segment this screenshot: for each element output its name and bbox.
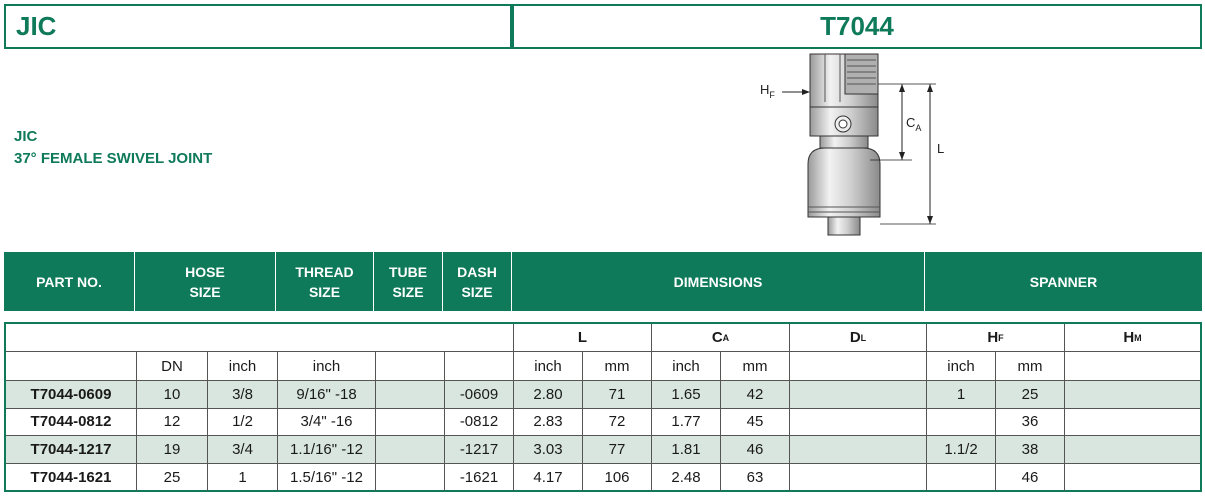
unit-dn: DN: [137, 352, 208, 381]
cell-dash: -1621: [445, 463, 514, 491]
cell-dl: [790, 463, 927, 491]
cell-ca-inch: 1.77: [652, 408, 721, 436]
cell-dn: 12: [137, 408, 208, 436]
cell-hf-inch: 1: [927, 381, 996, 409]
cell-ca-inch: 2.48: [652, 463, 721, 491]
group-ca: CA: [652, 324, 790, 352]
fitting-drawing: HF CA L: [760, 53, 944, 236]
unit-dl: [790, 352, 927, 381]
cell-dash: -0609: [445, 381, 514, 409]
cell-tube: [376, 408, 445, 436]
cell-inch: 3/4: [208, 436, 278, 464]
l-label: L: [937, 141, 944, 156]
cell-dn: 10: [137, 381, 208, 409]
cell-hf-inch: [927, 463, 996, 491]
unit-l-mm: mm: [583, 352, 652, 381]
unit-thread-inch: inch: [278, 352, 376, 381]
part-title: T7044: [820, 11, 894, 41]
cell-part: T7044-0609: [6, 381, 137, 409]
subtitle-description: 37° FEMALE SWIVEL JOINT: [14, 150, 213, 167]
cell-l-mm: 72: [583, 408, 652, 436]
series-title: JIC: [16, 11, 57, 41]
cell-hf-inch: 1.1/2: [927, 436, 996, 464]
cell-l-inch: 3.03: [514, 436, 583, 464]
cell-inch: 3/8: [208, 381, 278, 409]
cell-ca-mm: 46: [721, 436, 790, 464]
unit-part: [6, 352, 137, 381]
hf-label: HF: [760, 82, 775, 100]
cell-hf-mm: 38: [996, 436, 1065, 464]
group-l: L: [514, 324, 652, 352]
cell-dl: [790, 408, 927, 436]
part-title-box: T7044: [512, 4, 1202, 49]
cell-l-inch: 4.17: [514, 463, 583, 491]
unit-hf-mm: mm: [996, 352, 1065, 381]
series-title-box: JIC: [4, 4, 512, 49]
cell-hm: [1065, 381, 1200, 409]
cell-l-mm: 77: [583, 436, 652, 464]
cell-inch: 1: [208, 463, 278, 491]
cell-l-inch: 2.80: [514, 381, 583, 409]
cell-dash: -0812: [445, 408, 514, 436]
cell-hf-mm: 36: [996, 408, 1065, 436]
header-part-no: PART NO.: [4, 252, 135, 311]
subtitle-series: JIC: [14, 128, 38, 145]
cell-l-mm: 106: [583, 463, 652, 491]
cell-dl: [790, 381, 927, 409]
cell-ca-mm: 45: [721, 408, 790, 436]
group-dl: DL: [790, 324, 927, 352]
unit-l-inch: inch: [514, 352, 583, 381]
unit-hose-inch: inch: [208, 352, 278, 381]
ca-label: CA: [906, 115, 921, 133]
cell-dn: 19: [137, 436, 208, 464]
cell-part: T7044-0812: [6, 408, 137, 436]
cell-ca-mm: 42: [721, 381, 790, 409]
cell-thread: 3/4" -16: [278, 408, 376, 436]
cell-hm: [1065, 409, 1200, 436]
cell-ca-inch: 1.65: [652, 381, 721, 409]
unit-tube: [376, 352, 445, 381]
cell-l-inch: 2.83: [514, 408, 583, 436]
cell-inch: 1/2: [208, 408, 278, 436]
cell-ca-inch: 1.81: [652, 436, 721, 464]
header-dimensions: DIMENSIONS: [512, 252, 925, 311]
header-spanner: SPANNER: [1029, 273, 1098, 290]
cell-hf-mm: 25: [996, 381, 1065, 409]
blank-group-cell: [6, 324, 514, 352]
unit-hm: [1065, 352, 1200, 381]
cell-tube: [376, 381, 445, 409]
cell-part: T7044-1621: [6, 463, 137, 491]
cell-thread: 1.1/16" -12: [278, 436, 376, 464]
unit-ca-mm: mm: [721, 352, 790, 381]
header-hose-size: HOSE SIZE: [135, 252, 276, 311]
unit-ca-inch: inch: [652, 352, 721, 381]
cell-hf-mm: 46: [996, 463, 1065, 491]
cell-hm: [1065, 436, 1200, 464]
group-hm: HM: [1065, 324, 1200, 352]
cell-dl: [790, 436, 927, 464]
group-hf: HF: [927, 324, 1065, 352]
cell-dn: 25: [137, 463, 208, 491]
cell-dash: -1217: [445, 436, 514, 464]
header-tube-size: TUBE SIZE: [374, 252, 443, 311]
cell-hf-inch: [927, 408, 996, 436]
dimensions-table: L CA DL HF HM DN inch inch inch mm inch …: [4, 322, 1202, 492]
unit-hf-inch: inch: [927, 352, 996, 381]
cell-l-mm: 71: [583, 381, 652, 409]
cell-ca-mm: 63: [721, 463, 790, 491]
cell-thread: 1.5/16" -12: [278, 463, 376, 491]
unit-dash: [445, 352, 514, 381]
table-header-band: PART NO. HOSE SIZE THREAD SIZE TUBE SIZE DA…: [4, 252, 1202, 311]
header-thread-size: THREAD SIZE: [276, 252, 374, 311]
cell-tube: [376, 463, 445, 491]
cell-tube: [376, 436, 445, 464]
cell-thread: 9/16" -18: [278, 381, 376, 409]
cell-hm: [1065, 464, 1200, 492]
cell-part: T7044-1217: [6, 436, 137, 464]
header-dash-size: DASH SIZE: [443, 252, 512, 311]
